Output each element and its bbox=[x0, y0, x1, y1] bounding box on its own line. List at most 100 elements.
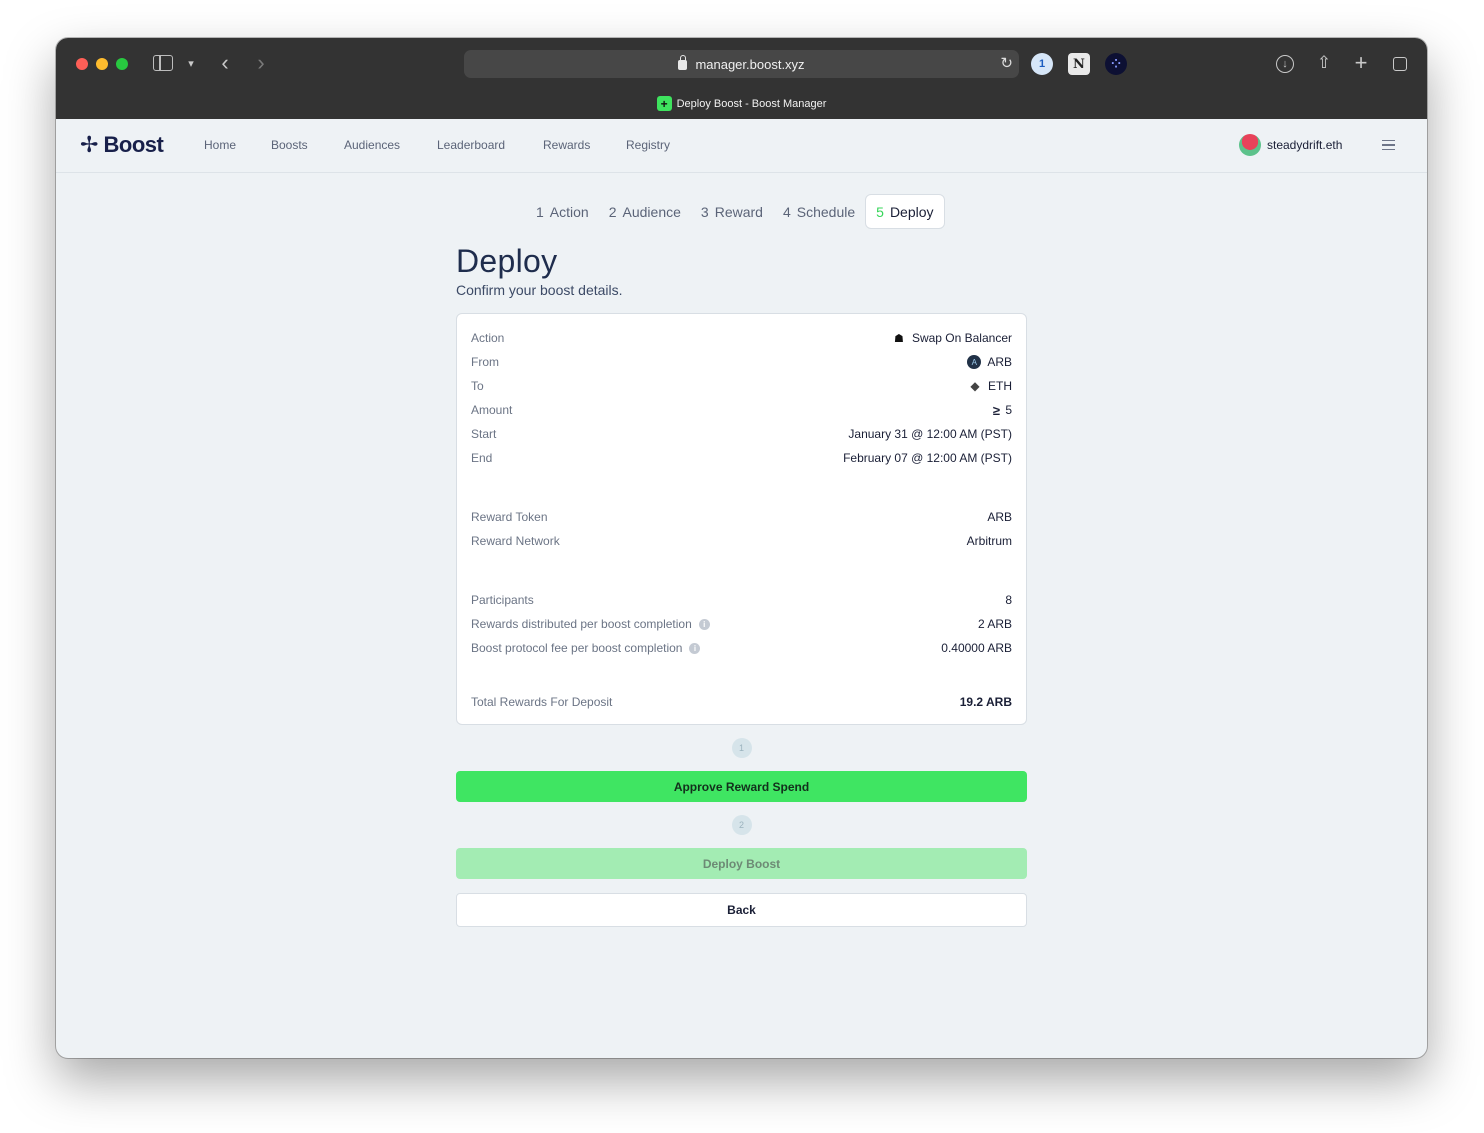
detail-value: January 31 @ 12:00 AM (PST) bbox=[848, 427, 1012, 441]
step-number: 4 bbox=[782, 203, 791, 220]
detail-label: To bbox=[471, 379, 484, 393]
step-label: Deploy bbox=[889, 203, 934, 220]
greater-equal-icon: ≥ bbox=[992, 402, 1000, 418]
detail-value: ARB bbox=[987, 355, 1012, 369]
detail-value: 0.40000 ARB bbox=[941, 641, 1012, 655]
detail-row-amount: Amount ≥5 bbox=[471, 398, 1012, 422]
detail-row-rewards-per-completion: Rewards distributed per boost completion… bbox=[471, 612, 1012, 636]
approve-reward-spend-button[interactable]: Approve Reward Spend bbox=[456, 771, 1027, 802]
detail-label: Action bbox=[471, 331, 505, 345]
detail-row-reward-token: Reward Token ARB bbox=[471, 505, 1012, 529]
detail-label: Rewards distributed per boost completion bbox=[471, 617, 692, 631]
step-number: 2 bbox=[608, 203, 617, 220]
detail-label: Participants bbox=[471, 593, 534, 607]
balancer-icon: ☗ bbox=[894, 332, 904, 345]
detail-row-end: End February 07 @ 12:00 AM (PST) bbox=[471, 446, 1012, 470]
browser-toolbar: ▾ ‹ › manager.boost.xyz ↻ 1 N ⁘ ↓ ⇧ + + … bbox=[56, 38, 1427, 119]
deploy-boost-button[interactable]: Deploy Boost bbox=[456, 848, 1027, 879]
step-label: Schedule bbox=[796, 203, 856, 220]
page-subtitle: Confirm your boost details. bbox=[456, 282, 623, 298]
detail-label: Start bbox=[471, 427, 497, 441]
forward-arrow-icon[interactable]: › bbox=[252, 50, 270, 75]
boost-logo[interactable]: ✢ Boost bbox=[80, 132, 164, 158]
share-icon[interactable]: ⇧ bbox=[1313, 52, 1335, 74]
detail-row-from: From A ARB bbox=[471, 350, 1012, 374]
step-label: Action bbox=[549, 203, 589, 220]
zoom-window-button[interactable] bbox=[116, 58, 128, 70]
detail-row-reward-network: Reward Network Arbitrum bbox=[471, 529, 1012, 553]
nav-leaderboard[interactable]: Leaderboard bbox=[437, 138, 505, 152]
sidebar-toggle-icon[interactable] bbox=[153, 55, 173, 71]
detail-row-action: Action ☗ Swap On Balancer bbox=[471, 326, 1012, 350]
detail-value: 2 ARB bbox=[977, 617, 1012, 631]
deploy-panel: Deploy Confirm your boost details. Actio… bbox=[456, 243, 1027, 927]
detail-label: Reward Network bbox=[471, 534, 560, 548]
detail-value: 5 bbox=[1005, 403, 1012, 417]
hamburger-menu-icon[interactable] bbox=[1382, 140, 1395, 150]
detail-label: Total Rewards For Deposit bbox=[471, 695, 613, 709]
back-button[interactable]: Back bbox=[456, 893, 1027, 927]
user-avatar[interactable] bbox=[1239, 134, 1261, 156]
password-manager-extension-icon[interactable]: 1 bbox=[1031, 53, 1053, 75]
detail-label: From bbox=[471, 355, 499, 369]
detail-label: Reward Token bbox=[471, 510, 548, 524]
step-reward[interactable]: 3 Reward bbox=[691, 194, 773, 229]
back-arrow-icon[interactable]: ‹ bbox=[216, 50, 234, 75]
site-header: ✢ Boost Home Boosts Audiences Leaderboar… bbox=[56, 119, 1427, 173]
info-icon[interactable]: i bbox=[698, 618, 710, 630]
address-bar[interactable]: manager.boost.xyz ↻ bbox=[464, 50, 1019, 78]
step-number: 3 bbox=[700, 203, 709, 220]
detail-row-total: Total Rewards For Deposit 19.2 ARB bbox=[471, 690, 1012, 714]
detail-label: Boost protocol fee per boost completion bbox=[471, 641, 683, 655]
tab-overview-icon[interactable] bbox=[1388, 52, 1410, 74]
step-label: Audience bbox=[622, 203, 681, 220]
step-indicator-2: 2 bbox=[731, 815, 752, 835]
ethereum-token-icon: ◆ bbox=[970, 379, 980, 393]
detail-row-to: To ◆ ETH bbox=[471, 374, 1012, 398]
detail-value: February 07 @ 12:00 AM (PST) bbox=[843, 451, 1012, 465]
nav-rewards[interactable]: Rewards bbox=[543, 138, 590, 152]
step-deploy[interactable]: 5 Deploy bbox=[865, 194, 945, 229]
notion-extension-icon[interactable]: N bbox=[1068, 53, 1090, 75]
step-indicator-1: 1 bbox=[731, 738, 752, 758]
close-window-button[interactable] bbox=[76, 58, 88, 70]
dots-extension-icon[interactable]: ⁘ bbox=[1105, 53, 1127, 75]
detail-row-protocol-fee: Boost protocol fee per boost completion i… bbox=[471, 636, 1012, 660]
page-title: Deploy bbox=[456, 243, 558, 279]
step-schedule[interactable]: 4 Schedule bbox=[773, 194, 865, 229]
detail-label: End bbox=[471, 451, 493, 465]
detail-value: 8 bbox=[1005, 593, 1012, 607]
user-name[interactable]: steadydrift.eth bbox=[1267, 138, 1342, 152]
detail-row-participants: Participants 8 bbox=[471, 588, 1012, 612]
detail-value: ARB bbox=[987, 510, 1012, 524]
nav-registry[interactable]: Registry bbox=[626, 138, 670, 152]
step-audience[interactable]: 2 Audience bbox=[599, 194, 691, 229]
browser-window: ▾ ‹ › manager.boost.xyz ↻ 1 N ⁘ ↓ ⇧ + + … bbox=[56, 38, 1427, 1058]
step-action[interactable]: 1 Action bbox=[526, 194, 599, 229]
arbitrum-token-icon: A bbox=[967, 355, 982, 369]
step-tabs: 1 Action 2 Audience 3 Reward 4 Schedule 5 Dep… bbox=[526, 194, 945, 229]
step-number: 1 bbox=[536, 203, 544, 220]
reload-icon[interactable]: ↻ bbox=[1000, 54, 1013, 72]
nav-boosts[interactable]: Boosts bbox=[271, 138, 308, 152]
total-value: 19.2 ARB bbox=[959, 695, 1012, 709]
nav-audiences[interactable]: Audiences bbox=[344, 138, 400, 152]
tab-title-text: Deploy Boost - Boost Manager bbox=[676, 97, 827, 110]
chevron-down-icon[interactable]: ▾ bbox=[184, 54, 198, 72]
download-icon[interactable]: ↓ bbox=[1276, 55, 1294, 73]
detail-value: Arbitrum bbox=[966, 534, 1012, 548]
info-icon[interactable]: i bbox=[689, 642, 701, 654]
address-url: manager.boost.xyz bbox=[695, 56, 805, 72]
logo-text: Boost bbox=[103, 132, 164, 157]
detail-value: Swap On Balancer bbox=[911, 331, 1012, 345]
detail-row-start: Start January 31 @ 12:00 AM (PST) bbox=[471, 422, 1012, 446]
step-label: Reward bbox=[714, 203, 763, 220]
minimize-window-button[interactable] bbox=[96, 58, 108, 70]
active-tab[interactable]: + Deploy Boost - Boost Manager bbox=[56, 96, 1427, 111]
lock-icon bbox=[678, 55, 688, 70]
nav-home[interactable]: Home bbox=[204, 138, 236, 152]
boost-summary-card: Action ☗ Swap On Balancer From A ARB To ◆ E… bbox=[456, 313, 1027, 725]
new-tab-icon[interactable]: + bbox=[1350, 50, 1372, 75]
detail-value: ETH bbox=[988, 379, 1012, 393]
detail-label: Amount bbox=[471, 403, 513, 417]
